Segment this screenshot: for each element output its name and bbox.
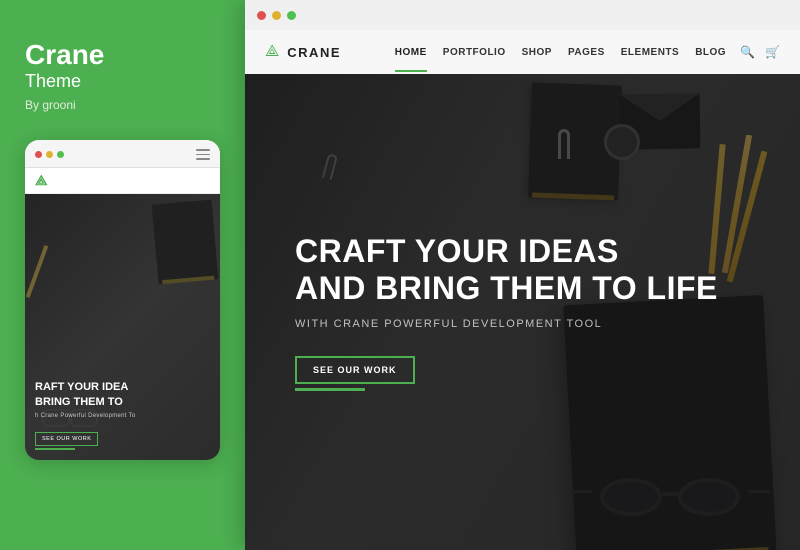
desktop-dot-green [287, 11, 296, 20]
mobile-hero-title: RAFT YOUR IDEA BRING THEM TO [35, 380, 210, 409]
nav-elements[interactable]: ELEMENTS [621, 47, 679, 58]
mobile-hero: RAFT YOUR IDEA BRING THEM TO h Crane Pow… [25, 194, 220, 460]
desktop-hero: CRAFT YOUR IDEAS AND BRING THEM TO LIFE … [245, 74, 800, 550]
mobile-cta-underline [35, 448, 75, 450]
desktop-nav-links: HOME PORTFOLIO SHOP PAGES ELEMENTS BLOG [395, 47, 726, 58]
desktop-browser-bar [245, 0, 800, 30]
desktop-hero-content: CRAFT YOUR IDEAS AND BRING THEM TO LIFE … [245, 233, 718, 392]
nav-portfolio[interactable]: PORTFOLIO [443, 47, 506, 58]
mobile-logo-icon: ⟁ [35, 172, 48, 189]
desktop-nav: ⟁ CRANE HOME PORTFOLIO SHOP PAGES ELEMEN… [245, 30, 800, 74]
desktop-hero-title: CRAFT YOUR IDEAS AND BRING THEM TO LIFE [295, 233, 718, 307]
desktop-logo-text: CRANE [287, 45, 341, 60]
nav-blog[interactable]: BLOG [695, 47, 726, 58]
mobile-dot-yellow [46, 151, 53, 158]
mobile-mockup: ⟁ RAFT YOUR IDEA BRING THEM TO h Crane P… [25, 140, 220, 460]
theme-title: Crane [25, 40, 220, 71]
mobile-hero-sub: h Crane Powerful Development To [35, 413, 210, 419]
mobile-dot-red [35, 151, 42, 158]
mobile-window-dots [35, 151, 64, 158]
desktop-logo-icon: ⟁ [265, 43, 279, 61]
desktop-cta-button[interactable]: SEE OUR WORK [295, 356, 415, 384]
menu-line [196, 149, 210, 151]
nav-shop[interactable]: SHOP [522, 47, 552, 58]
sidebar: Crane Theme By grooni ⟁ [0, 0, 245, 550]
desktop-dot-red [257, 11, 266, 20]
desktop-mockup: ⟁ CRANE HOME PORTFOLIO SHOP PAGES ELEMEN… [245, 0, 800, 550]
desktop-logo-area: ⟁ CRANE [265, 43, 341, 61]
desktop-cta-underline [295, 388, 365, 391]
search-icon[interactable]: 🔍 [740, 45, 755, 59]
mobile-hero-content: RAFT YOUR IDEA BRING THEM TO h Crane Pow… [35, 380, 210, 450]
nav-pages[interactable]: PAGES [568, 47, 605, 58]
mobile-nav: ⟁ [25, 168, 220, 194]
menu-line [196, 154, 210, 156]
cart-icon[interactable]: 🛒 [765, 45, 780, 59]
mobile-browser-bar [25, 140, 220, 168]
mobile-dot-green [57, 151, 64, 158]
menu-line [196, 158, 210, 160]
desktop-hero-sub: With Crane Powerful Development Tool [295, 318, 718, 330]
theme-subtitle: Theme [25, 71, 220, 92]
nav-home[interactable]: HOME [395, 47, 427, 58]
desktop-dot-yellow [272, 11, 281, 20]
desktop-nav-icons: 🔍 🛒 [740, 45, 780, 59]
mobile-menu-icon [196, 149, 210, 160]
mobile-cta-button[interactable]: SEE OUR WORK [35, 432, 98, 446]
theme-author: By grooni [25, 98, 220, 112]
